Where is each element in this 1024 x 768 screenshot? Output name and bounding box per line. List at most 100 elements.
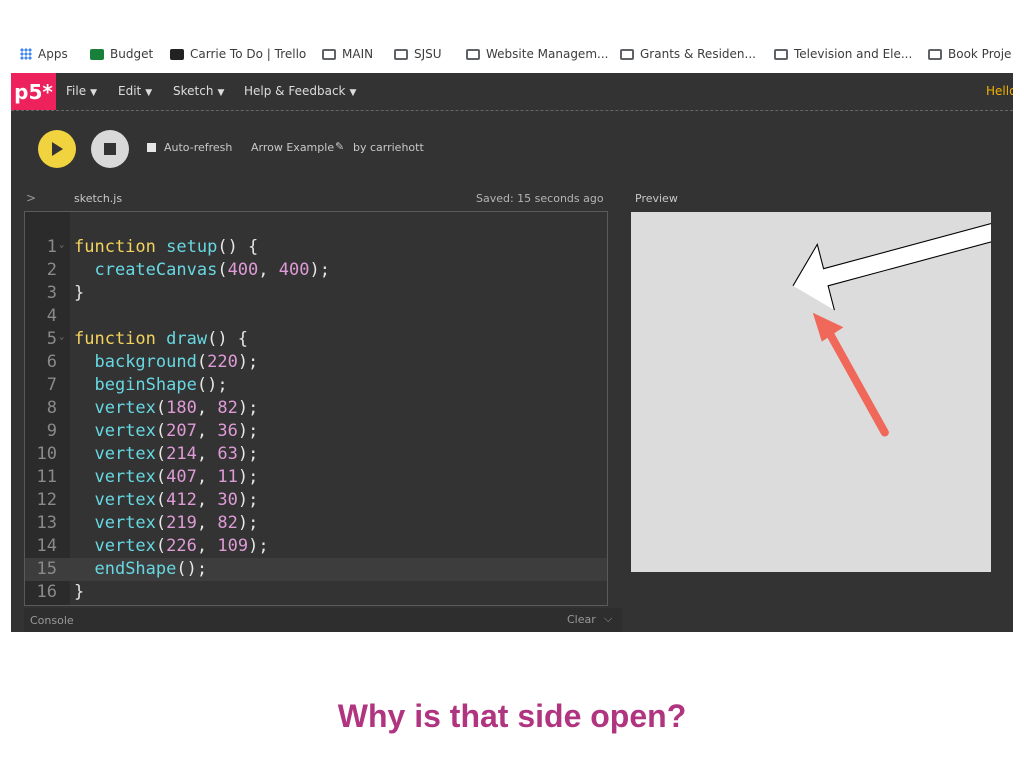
code-line[interactable]: 4 [25,305,607,328]
code-token: endShape [94,559,177,579]
file-tab-sketch-js[interactable]: sketch.js [74,192,122,205]
p5-editor: p5* File ▼ Edit ▼ Sketch ▼ Help & Feedback ▼… [11,73,1013,632]
code-line[interactable]: 10 vertex(214, 63); [25,443,607,466]
code-line[interactable]: 14 vertex(226, 109); [25,535,607,558]
code-token: , [196,536,218,556]
menu-sketch[interactable]: Sketch ▼ [173,84,224,98]
sheet-icon [90,48,104,60]
menu-file[interactable]: File ▼ [66,84,97,98]
code-editor[interactable]: 1 ⌄ function setup() {2 createCanvas(400, … [24,211,608,606]
menu-help-label: Help & Feedback [244,84,346,98]
pencil-icon[interactable]: ✎ [335,140,344,153]
bookmark-label: Website Managem... [486,47,609,61]
code-token: (); [176,559,208,579]
bookmark-label: MAIN [342,47,374,61]
code-token: vertex [94,490,156,510]
code-line[interactable]: 2 createCanvas(400, 400); [25,259,607,282]
code-token: vertex [94,536,156,556]
bookmark-item[interactable]: Carrie To Do | Trello [170,47,306,61]
code-token: ); [309,260,330,280]
code-token: vertex [94,444,156,464]
menu-help-feedback[interactable]: Help & Feedback ▼ [244,84,356,98]
code-token: createCanvas [94,260,218,280]
code-token: 180 [166,398,197,418]
code-token: draw [166,329,208,349]
code-line[interactable]: 15 endShape(); [25,558,607,581]
code-text: vertex(407, 11); [74,466,258,489]
code-token: ( [155,398,167,418]
code-line[interactable]: 3} [25,282,607,305]
code-lines[interactable]: 1 ⌄ function setup() {2 createCanvas(400, … [25,236,607,604]
caret-down-icon: ▼ [217,88,225,98]
bookmark-item[interactable]: MAIN [322,47,373,61]
bookmark-label: Book Proje [948,47,1012,61]
code-line[interactable]: 16} [25,581,607,604]
console-bar[interactable]: Console Clear ⌵ [24,608,622,632]
fold-chevron-icon[interactable]: ⌄ [59,326,64,349]
code-text: vertex(214, 63); [74,443,258,466]
bookmark-item[interactable]: SJSU [394,47,442,61]
code-line[interactable]: 5 ⌄ function draw() { [25,328,607,351]
line-number: 14 [36,536,57,556]
bookmark-item[interactable]: Website Managem... [466,47,608,61]
bookmark-item[interactable]: Book Proje [928,47,1011,61]
code-token: ( [155,536,167,556]
line-number: 10 [36,444,57,464]
console-clear-button[interactable]: Clear [567,613,596,626]
line-number: 15 [36,559,57,579]
caret-down-icon: ▼ [145,88,153,98]
bookmark-item[interactable]: Budget [90,47,153,61]
code-line[interactable]: 9 vertex(207, 36); [25,420,607,443]
code-text: vertex(412, 30); [74,489,258,512]
bookmark-item[interactable]: Grants & Residen... [620,47,756,61]
folder-icon [466,48,480,60]
user-greeting[interactable]: Hello [986,84,1013,98]
code-token: 109 [217,536,249,556]
bookmark-item[interactable]: Apps [20,47,68,61]
code-token: () { [207,329,249,349]
project-owner[interactable]: by carriehott [353,141,424,154]
p5-logo[interactable]: p5* [11,73,56,110]
code-token: 407 [166,467,197,487]
bookmark-label: SJSU [414,47,442,61]
bookmark-item[interactable]: Television and Ele... [774,47,912,61]
code-line[interactable]: 8 vertex(180, 82); [25,397,607,420]
chevron-down-icon[interactable]: ⌵ [604,612,612,626]
auto-refresh-label: Auto-refresh [164,141,233,154]
code-line[interactable]: 1 ⌄ function setup() { [25,236,607,259]
code-text: } [74,282,84,305]
code-line[interactable]: 7 beginShape(); [25,374,607,397]
code-text: vertex(226, 109); [74,535,268,558]
project-name[interactable]: Arrow Example [251,141,334,154]
code-token: 11 [217,467,238,487]
code-line[interactable]: 11 vertex(407, 11); [25,466,607,489]
line-number: 16 [36,582,57,602]
chevron-right-icon[interactable]: > [26,191,36,205]
code-token: ); [237,490,259,510]
top-nav: p5* File ▼ Edit ▼ Sketch ▼ Help & Feedback ▼… [11,73,1013,111]
stop-button[interactable] [91,130,129,168]
code-line[interactable]: 13 vertex(219, 82); [25,512,607,535]
play-button[interactable] [38,130,76,168]
menu-edit-label: Edit [118,84,142,98]
code-line[interactable]: 12 vertex(412, 30); [25,489,607,512]
code-token: vertex [94,513,156,533]
auto-refresh-checkbox[interactable] [147,143,156,152]
bookmark-label: Carrie To Do | Trello [190,47,307,61]
code-token: , [196,513,218,533]
code-token: 207 [166,421,197,441]
code-line[interactable]: 6 background(220); [25,351,607,374]
red-arrow-annotation [812,312,889,437]
saved-status: Saved: 15 seconds ago [476,192,604,205]
code-token: 226 [166,536,197,556]
fold-chevron-icon[interactable]: ⌄ [59,234,64,257]
menu-edit[interactable]: Edit ▼ [118,84,152,98]
code-token: () { [217,237,259,257]
